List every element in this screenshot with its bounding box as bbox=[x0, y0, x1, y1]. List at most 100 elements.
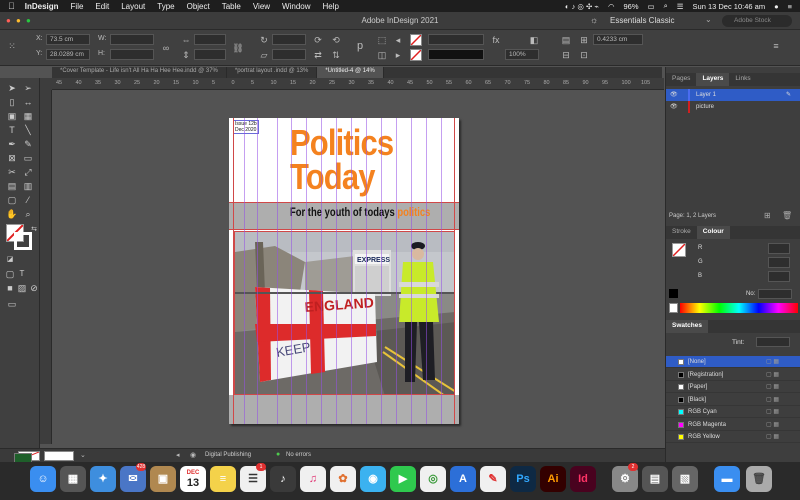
fill-swatch[interactable] bbox=[410, 34, 422, 46]
scissors-tool-icon[interactable]: ✂ bbox=[6, 166, 18, 178]
format-text-icon[interactable]: T bbox=[16, 268, 28, 280]
hand-tool-icon[interactable]: ✋ bbox=[6, 208, 18, 220]
lightbulb-icon[interactable]: ☼ bbox=[590, 15, 598, 25]
scale-y-icon[interactable]: ⇕ bbox=[180, 49, 192, 61]
text-wrap-icon[interactable]: ▤ bbox=[560, 34, 572, 46]
swatch-row[interactable]: RGB Magenta ▢ ▦ bbox=[666, 419, 800, 431]
notification-icon[interactable]: ≡ bbox=[788, 2, 792, 11]
tab-pages[interactable]: Pages bbox=[666, 73, 696, 86]
channel-g-field[interactable] bbox=[768, 257, 790, 268]
opacity-field[interactable]: 100% bbox=[505, 49, 539, 60]
layer-name[interactable]: picture bbox=[696, 104, 714, 110]
menu-layout[interactable]: Layout bbox=[121, 2, 145, 11]
scale-x-field[interactable] bbox=[194, 34, 226, 45]
app-menu[interactable]: InDesign bbox=[25, 2, 59, 11]
menu-window[interactable]: Window bbox=[282, 2, 310, 11]
horizontal-ruler[interactable]: 45 40 35 30 25 20 15 10 5 0 5 10 15 20 25 30 35 40 45 50 55 6… bbox=[52, 78, 664, 90]
search-icon[interactable]: ⌕ bbox=[664, 1, 668, 11]
rectangle-frame-tool-icon[interactable]: ⊠ bbox=[6, 152, 18, 164]
page-tool-icon[interactable]: ▯ bbox=[6, 96, 18, 108]
apply-color-icon[interactable]: ■ bbox=[4, 282, 16, 294]
colour-number-field[interactable] bbox=[758, 289, 792, 299]
link-scale-icon[interactable]: ⛓ bbox=[232, 42, 244, 54]
fitting-icon[interactable]: ⊟ bbox=[560, 49, 572, 61]
shear-icon[interactable]: ▱ bbox=[258, 49, 270, 61]
path-reference-icon[interactable]: p bbox=[354, 40, 366, 52]
page-prev-icon[interactable]: ◂ bbox=[176, 451, 180, 459]
rotation-field[interactable] bbox=[272, 34, 306, 45]
black-chip[interactable] bbox=[669, 289, 678, 298]
menu-edit[interactable]: Edit bbox=[95, 2, 109, 11]
tab-portrait-layout[interactable]: *portrat layout .indd @ 13% bbox=[227, 67, 318, 78]
eye-icon[interactable]: 👁 bbox=[670, 103, 678, 110]
select-next-icon[interactable]: ▸ bbox=[392, 49, 404, 61]
gradient-feather-tool-icon[interactable]: ▥ bbox=[22, 180, 34, 192]
workspace-switcher[interactable]: Essentials Classic bbox=[610, 16, 674, 25]
tab-colour[interactable]: Colour bbox=[696, 226, 730, 239]
panel-menu-icon[interactable]: ≡ bbox=[770, 40, 782, 52]
content-collector-icon[interactable]: ▣ bbox=[6, 110, 18, 122]
finder-icon[interactable]: ☺ bbox=[30, 466, 56, 492]
indesign-icon[interactable]: Id bbox=[570, 466, 596, 492]
effects-icon[interactable]: fx bbox=[490, 34, 502, 46]
app-store-icon[interactable]: A bbox=[450, 466, 476, 492]
menu-help[interactable]: Help bbox=[323, 2, 339, 11]
notes-icon[interactable]: ≡ bbox=[210, 466, 236, 492]
battery-icon[interactable]: ▭ bbox=[648, 2, 655, 11]
ruler-origin[interactable] bbox=[40, 78, 52, 90]
status-menu-icons[interactable]: ◐ ♪ ◎ ✣ ⌁ bbox=[565, 2, 599, 11]
user-avatar-icon[interactable]: ● bbox=[774, 2, 779, 11]
content-placer-icon[interactable]: ▦ bbox=[22, 110, 34, 122]
format-container-icon[interactable]: ▢ bbox=[4, 268, 16, 280]
pen-tool-icon[interactable]: ✒ bbox=[6, 138, 18, 150]
apply-gradient-icon[interactable]: ▨ bbox=[16, 282, 28, 294]
height-field[interactable] bbox=[110, 49, 154, 60]
preflight-profile[interactable]: Digital Publishing bbox=[205, 452, 251, 458]
chrome-icon[interactable]: ◎ bbox=[420, 466, 446, 492]
trash-icon[interactable]: 🗑 bbox=[782, 211, 792, 220]
width-field[interactable] bbox=[110, 34, 154, 45]
calendar-icon[interactable]: DEC 13 bbox=[180, 466, 206, 492]
colour-fill-box[interactable] bbox=[672, 243, 686, 257]
news-icon[interactable]: ✎ bbox=[480, 466, 506, 492]
layer-row[interactable]: 👁 picture bbox=[666, 101, 800, 113]
layer-name[interactable]: Layer 1 bbox=[696, 92, 716, 98]
preflight-icon[interactable]: ◉ bbox=[190, 451, 196, 459]
tab-cover-template[interactable]: *Cover Template - Life isn't All Ha Ha H… bbox=[52, 67, 227, 78]
control-center-icon[interactable]: ☰ bbox=[677, 2, 684, 11]
tab-untitled-4[interactable]: *Untitled-4 @ 14% bbox=[317, 67, 384, 78]
menu-view[interactable]: View bbox=[253, 2, 270, 11]
stock-search-input[interactable]: Adobe Stock bbox=[722, 15, 792, 27]
music-note-icon[interactable]: ♫ bbox=[300, 466, 326, 492]
swatch-row[interactable]: [Registration] ▢ ▦ bbox=[666, 369, 800, 381]
menu-object[interactable]: Object bbox=[187, 2, 210, 11]
swatch-row[interactable]: RGB Cyan ▢ ▦ bbox=[666, 406, 800, 418]
trash-bin-icon[interactable]: 🗑 bbox=[746, 466, 772, 492]
select-container-icon[interactable]: ⬚ bbox=[376, 34, 388, 46]
photoshop-icon[interactable]: Ps bbox=[510, 466, 536, 492]
default-colors-icon[interactable]: ◪ bbox=[4, 254, 16, 266]
type-tool-icon[interactable]: T bbox=[6, 124, 18, 136]
launchpad-icon[interactable]: ▦ bbox=[60, 466, 86, 492]
safari-icon[interactable]: ✦ bbox=[90, 466, 116, 492]
stroke-preview[interactable] bbox=[44, 451, 74, 461]
none-colour-chip[interactable] bbox=[669, 303, 678, 313]
constrain-proportions-icon[interactable]: ∞ bbox=[160, 42, 172, 54]
free-transform-tool-icon[interactable]: ⤢ bbox=[22, 166, 34, 178]
wifi-icon[interactable]: ◠ bbox=[608, 2, 615, 11]
facetime-icon[interactable]: ▶ bbox=[390, 466, 416, 492]
vertical-ruler[interactable] bbox=[40, 90, 52, 444]
rotate-icon[interactable]: ↻ bbox=[258, 34, 270, 46]
contacts-icon[interactable]: ▣ bbox=[150, 466, 176, 492]
scale-y-field[interactable] bbox=[194, 49, 226, 60]
tab-swatches[interactable]: Swatches bbox=[666, 320, 708, 333]
activity-icon[interactable]: ▤ bbox=[642, 466, 668, 492]
apple-menu-icon[interactable]:  bbox=[8, 1, 15, 11]
flip-vertical-icon[interactable]: ⇅ bbox=[330, 49, 342, 61]
stroke-style-dropdown[interactable] bbox=[428, 49, 484, 60]
stroke-weight-field[interactable]: 0.4233 cm bbox=[593, 34, 643, 45]
new-layer-icon[interactable]: ⊞ bbox=[764, 211, 771, 220]
pencil-tool-icon[interactable]: ✎ bbox=[22, 138, 34, 150]
channel-r-field[interactable] bbox=[768, 243, 790, 254]
layer-row[interactable]: 👁 Layer 1 ✎ bbox=[666, 89, 800, 101]
